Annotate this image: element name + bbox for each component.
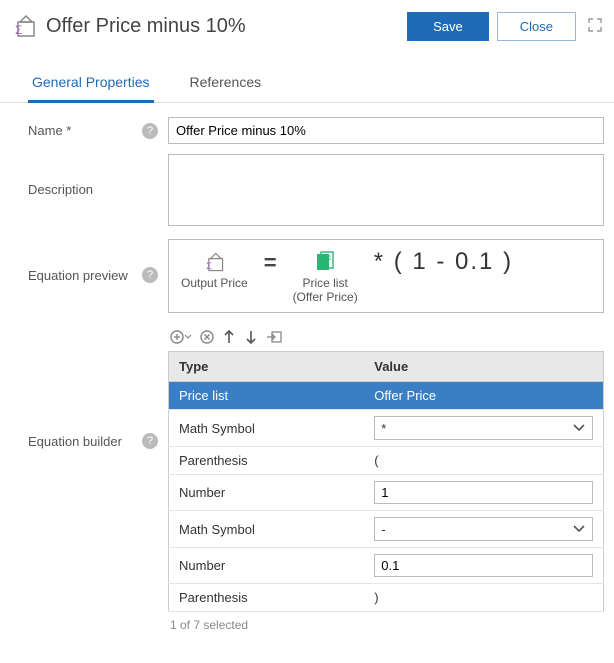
row-value	[364, 475, 603, 511]
table-row[interactable]: Number	[169, 475, 604, 511]
chevron-down-icon	[572, 420, 586, 436]
name-input[interactable]	[168, 117, 604, 144]
row-value: *	[364, 410, 603, 447]
name-label: Name *	[28, 123, 71, 138]
value-input[interactable]	[374, 554, 593, 577]
equation-icon: Σ	[8, 10, 40, 42]
table-row[interactable]: Parenthesis)	[169, 584, 604, 612]
output-price-label: Output Price	[181, 276, 248, 290]
value-select[interactable]: -	[374, 517, 593, 541]
row-value: -	[364, 511, 603, 548]
row-type: Parenthesis	[169, 447, 365, 475]
value-input[interactable]	[374, 481, 593, 504]
row-value: Offer Price	[364, 382, 603, 410]
row-type: Math Symbol	[169, 410, 365, 447]
row-type: Math Symbol	[169, 511, 365, 548]
close-button[interactable]: Close	[497, 12, 576, 41]
table-row[interactable]: Math Symbol *	[169, 410, 604, 447]
help-icon[interactable]: ?	[142, 433, 158, 449]
insert-icon[interactable]	[266, 330, 282, 344]
table-row[interactable]: Parenthesis(	[169, 447, 604, 475]
svg-text:Σ: Σ	[15, 23, 22, 37]
tab-references[interactable]: References	[186, 64, 266, 102]
tab-general[interactable]: General Properties	[28, 64, 154, 103]
builder-label: Equation builder	[28, 434, 122, 449]
row-value: (	[364, 447, 603, 475]
move-down-icon[interactable]	[244, 329, 258, 345]
row-value	[364, 548, 603, 584]
save-button[interactable]: Save	[407, 12, 489, 41]
preview-label: Equation preview	[28, 268, 128, 283]
expand-icon[interactable]	[584, 18, 606, 35]
value-select[interactable]: *	[374, 416, 593, 440]
equals-symbol: =	[264, 248, 277, 276]
table-row[interactable]: Math Symbol-	[169, 511, 604, 548]
selection-status: 1 of 7 selected	[168, 612, 604, 638]
price-list-icon	[293, 248, 358, 276]
row-type: Number	[169, 475, 365, 511]
description-label: Description	[28, 182, 93, 197]
description-input[interactable]	[168, 154, 604, 226]
row-type: Parenthesis	[169, 584, 365, 612]
add-icon[interactable]	[170, 330, 192, 344]
svg-text:Σ: Σ	[207, 260, 213, 271]
pricelist-sub: (Offer Price)	[293, 290, 358, 304]
output-price-icon: Σ	[181, 248, 248, 276]
col-value-header: Value	[364, 352, 603, 382]
equation-preview: Σ Output Price = Price list (Offer Price…	[168, 239, 604, 313]
pricelist-label: Price list	[293, 276, 358, 290]
table-row[interactable]: Number	[169, 548, 604, 584]
page-title: Offer Price minus 10%	[46, 15, 407, 38]
move-up-icon[interactable]	[222, 329, 236, 345]
equation-table: Type Value Price listOffer PriceMath Sym…	[168, 351, 604, 612]
help-icon[interactable]: ?	[142, 267, 158, 283]
table-row[interactable]: Price listOffer Price	[169, 382, 604, 410]
row-type: Price list	[169, 382, 365, 410]
help-icon[interactable]: ?	[142, 123, 158, 139]
chevron-down-icon	[572, 521, 586, 537]
col-type-header: Type	[169, 352, 365, 382]
preview-expression: * ( 1 - 0.1 )	[374, 248, 513, 276]
row-value: )	[364, 584, 603, 612]
remove-icon[interactable]	[200, 330, 214, 344]
row-type: Number	[169, 548, 365, 584]
